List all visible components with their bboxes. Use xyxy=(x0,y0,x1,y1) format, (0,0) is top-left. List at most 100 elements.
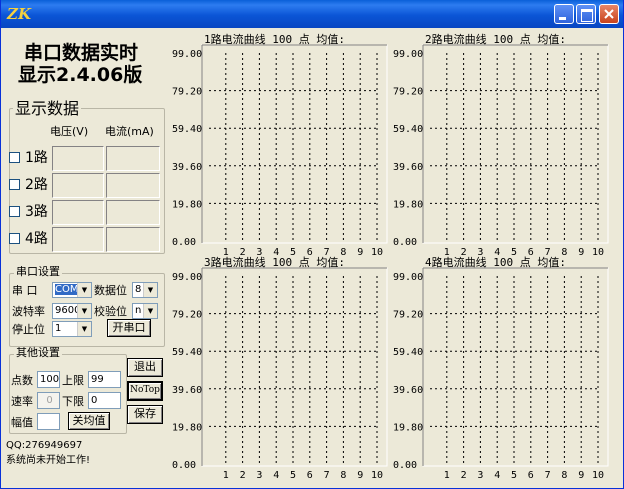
chart-3-title: 3路电流曲线 100 点 均值: xyxy=(204,255,345,269)
save-button[interactable]: 保存 xyxy=(127,405,163,424)
chart-2-xtick: 8 xyxy=(561,247,567,258)
chart-4-xtick: 8 xyxy=(561,470,567,481)
qq-contact: QQ:276949697 xyxy=(6,440,83,451)
chart-1-xtick: 7 xyxy=(324,247,330,258)
chart-2-ytick: 19.80 xyxy=(393,199,423,210)
chart-2-ytick: 79.20 xyxy=(393,87,423,98)
maximize-button[interactable] xyxy=(576,4,596,24)
channel-4-current xyxy=(106,227,160,252)
chart-3-xtick: 9 xyxy=(357,470,363,481)
chart-2-ytick: 0.00 xyxy=(393,237,417,248)
chart-2-xtick: 9 xyxy=(578,247,584,258)
channel-1-label: 1路 xyxy=(25,150,48,166)
chart-3-ytick: 79.20 xyxy=(172,310,202,321)
chart-3-xtick: 4 xyxy=(273,470,279,481)
rate-input[interactable]: 0 xyxy=(37,392,60,409)
databits-select[interactable]: 8 ▼ xyxy=(132,282,158,298)
channel-3-checkbox[interactable] xyxy=(9,206,20,217)
chart-2-ytick: 99.00 xyxy=(393,49,423,60)
chart-1-xtick: 5 xyxy=(290,247,296,258)
databits-label: 数据位 xyxy=(94,284,127,297)
channel-4-checkbox[interactable] xyxy=(9,233,20,244)
title-bar[interactable]: ZK xyxy=(1,0,623,28)
chart-2-xtick: 10 xyxy=(592,247,604,258)
other-settings-title: 其他设置 xyxy=(14,346,62,359)
channel-4-voltage xyxy=(52,227,104,252)
chevron-down-icon: ▼ xyxy=(77,283,91,297)
minimize-button[interactable] xyxy=(554,4,574,24)
channel-1-voltage xyxy=(52,146,104,171)
lower-limit-label: 下限 xyxy=(62,395,84,408)
chart-1-ytick: 0.00 xyxy=(172,237,196,248)
open-port-button[interactable]: 开串口 xyxy=(107,319,151,337)
chart-1-xtick: 9 xyxy=(357,247,363,258)
channel-2-voltage xyxy=(52,173,104,198)
chart-3-xtick: 7 xyxy=(324,470,330,481)
channel-2-checkbox[interactable] xyxy=(9,179,20,190)
chart-4-title: 4路电流曲线 100 点 均值: xyxy=(425,255,566,269)
chart-1-xtick: 6 xyxy=(307,247,313,258)
parity-select[interactable]: n ▼ xyxy=(132,303,158,319)
chart-3-xtick: 6 xyxy=(307,470,313,481)
chart-1-ytick: 99.00 xyxy=(172,49,202,60)
chart-4-ytick: 39.60 xyxy=(393,385,423,396)
baud-select[interactable]: 9600 ▼ xyxy=(52,303,92,319)
chart-4-ytick: 79.20 xyxy=(393,310,423,321)
close-button[interactable] xyxy=(599,4,619,24)
chart-1-ytick: 39.60 xyxy=(172,162,202,173)
chart-1-ytick: 19.80 xyxy=(172,199,202,210)
notop-button[interactable]: NoTop xyxy=(127,381,163,401)
stopbits-select[interactable]: 1 ▼ xyxy=(52,321,92,337)
chart-3-xtick: 5 xyxy=(290,470,296,481)
chevron-down-icon: ▼ xyxy=(77,322,91,336)
upper-limit-label: 上限 xyxy=(62,374,84,387)
chart-3-xtick: 1 xyxy=(223,470,229,481)
chart-2-xtick: 4 xyxy=(494,247,500,258)
status-text: 系统尚未开始工作! xyxy=(6,455,91,466)
upper-limit-input[interactable]: 99 xyxy=(88,371,121,388)
chart-2-xtick: 3 xyxy=(477,247,483,258)
chart-4-ytick: 19.80 xyxy=(393,422,423,433)
lower-limit-input[interactable]: 0 xyxy=(88,392,121,409)
chart-1-title: 1路电流曲线 100 点 均值: xyxy=(204,32,345,46)
display-data-title: 显示数据 xyxy=(13,99,82,118)
chart-1-xtick: 10 xyxy=(371,247,383,258)
app-window: ZK 串口数据实时 显示2.4.06版 显示数据 电压(V) 电流(mA) 1路… xyxy=(0,0,624,489)
chart-4-ytick: 0.00 xyxy=(393,460,417,471)
chevron-down-icon: ▼ xyxy=(143,304,157,318)
chevron-down-icon: ▼ xyxy=(77,304,91,318)
app-heading-line1: 串口数据实时 xyxy=(24,42,139,64)
channel-4-label: 4路 xyxy=(25,231,48,247)
channel-1-checkbox[interactable] xyxy=(9,152,20,163)
chart-4-xtick: 4 xyxy=(494,470,500,481)
amplitude-input[interactable] xyxy=(37,413,60,430)
port-value: COM xyxy=(55,284,79,295)
chart-3-xtick: 10 xyxy=(371,470,383,481)
chart-1-xtick: 2 xyxy=(240,247,246,258)
minimize-icon xyxy=(559,17,566,20)
app-logo-icon: ZK xyxy=(7,5,31,23)
chart-3-xtick: 3 xyxy=(256,470,262,481)
databits-value: 8 xyxy=(135,284,142,295)
maximize-icon xyxy=(581,9,593,22)
channel-2-label: 2路 xyxy=(25,177,48,193)
chart-2-xtick: 1 xyxy=(444,247,450,258)
exit-button[interactable]: 退出 xyxy=(127,358,163,377)
toggle-average-button[interactable]: 关均值 xyxy=(68,412,110,430)
chart-1-xtick: 3 xyxy=(256,247,262,258)
points-label: 点数 xyxy=(11,374,33,387)
chart-3-ytick: 0.00 xyxy=(172,460,196,471)
chart-4-ytick: 99.00 xyxy=(393,272,423,283)
stopbits-value: 1 xyxy=(55,323,62,334)
client-area: 串口数据实时 显示2.4.06版 显示数据 电压(V) 电流(mA) 1路 2路 3… xyxy=(4,28,620,486)
current-column-header: 电流(mA) xyxy=(105,125,154,138)
points-input[interactable]: 100 xyxy=(37,371,60,388)
chart-2-ytick: 39.60 xyxy=(393,162,423,173)
parity-label: 校验位 xyxy=(94,305,127,318)
chart-2-ytick: 59.40 xyxy=(393,124,423,135)
chart-2-title: 2路电流曲线 100 点 均值: xyxy=(425,32,566,46)
port-select[interactable]: COM ▼ xyxy=(52,282,92,298)
channel-3-label: 3路 xyxy=(25,204,48,220)
close-icon xyxy=(604,9,614,19)
chart-4-xtick: 3 xyxy=(477,470,483,481)
